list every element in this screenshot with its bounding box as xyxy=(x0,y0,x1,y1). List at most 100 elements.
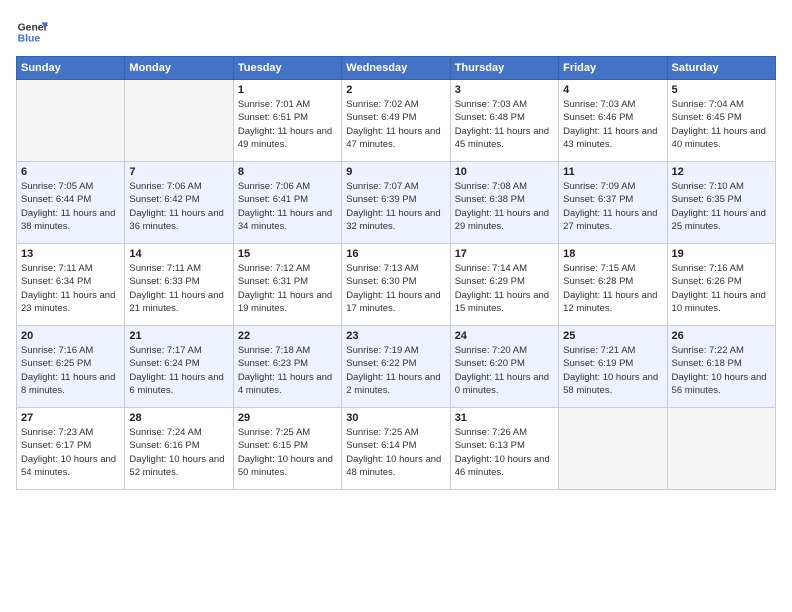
logo-icon: General Blue xyxy=(16,16,48,48)
day-number: 1 xyxy=(238,84,337,96)
day-number: 12 xyxy=(672,166,771,178)
day-info: Sunrise: 7:02 AM Sunset: 6:49 PM Dayligh… xyxy=(346,98,445,151)
day-number: 28 xyxy=(129,412,228,424)
week-row-1: 1 Sunrise: 7:01 AM Sunset: 6:51 PM Daylig… xyxy=(17,80,776,162)
day-info: Sunrise: 7:05 AM Sunset: 6:44 PM Dayligh… xyxy=(21,180,120,233)
day-info: Sunrise: 7:10 AM Sunset: 6:35 PM Dayligh… xyxy=(672,180,771,233)
header-row: SundayMondayTuesdayWednesdayThursdayFrid… xyxy=(17,57,776,80)
day-number: 24 xyxy=(455,330,554,342)
day-info: Sunrise: 7:17 AM Sunset: 6:24 PM Dayligh… xyxy=(129,344,228,397)
day-info: Sunrise: 7:25 AM Sunset: 6:14 PM Dayligh… xyxy=(346,426,445,479)
calendar-cell: 28 Sunrise: 7:24 AM Sunset: 6:16 PM Dayli… xyxy=(125,408,233,490)
day-info: Sunrise: 7:13 AM Sunset: 6:30 PM Dayligh… xyxy=(346,262,445,315)
calendar-cell xyxy=(667,408,775,490)
calendar-cell: 6Sunrise: 7:05 AM Sunset: 6:44 PM Daylig… xyxy=(17,162,125,244)
calendar-cell: 26Sunrise: 7:22 AM Sunset: 6:18 PM Dayli… xyxy=(667,326,775,408)
calendar-cell: 23 Sunrise: 7:19 AM Sunset: 6:22 PM Dayli… xyxy=(342,326,450,408)
day-number: 10 xyxy=(455,166,554,178)
day-header-tuesday: Tuesday xyxy=(233,57,341,80)
calendar-cell: 9 Sunrise: 7:07 AM Sunset: 6:39 PM Daylig… xyxy=(342,162,450,244)
day-info: Sunrise: 7:09 AM Sunset: 6:37 PM Dayligh… xyxy=(563,180,662,233)
day-info: Sunrise: 7:04 AM Sunset: 6:45 PM Dayligh… xyxy=(672,98,771,151)
day-info: Sunrise: 7:07 AM Sunset: 6:39 PM Dayligh… xyxy=(346,180,445,233)
calendar-cell: 4 Sunrise: 7:03 AM Sunset: 6:46 PM Daylig… xyxy=(559,80,667,162)
calendar-cell: 1 Sunrise: 7:01 AM Sunset: 6:51 PM Daylig… xyxy=(233,80,341,162)
day-info: Sunrise: 7:15 AM Sunset: 6:28 PM Dayligh… xyxy=(563,262,662,315)
day-number: 15 xyxy=(238,248,337,260)
calendar-cell: 21 Sunrise: 7:17 AM Sunset: 6:24 PM Dayli… xyxy=(125,326,233,408)
day-number: 21 xyxy=(129,330,228,342)
calendar-cell: 31 Sunrise: 7:26 AM Sunset: 6:13 PM Dayli… xyxy=(450,408,558,490)
day-info: Sunrise: 7:06 AM Sunset: 6:42 PM Dayligh… xyxy=(129,180,228,233)
calendar-cell: 20 Sunrise: 7:16 AM Sunset: 6:25 PM Dayli… xyxy=(17,326,125,408)
calendar-cell: 24Sunrise: 7:20 AM Sunset: 6:20 PM Dayli… xyxy=(450,326,558,408)
week-row-5: 27 Sunrise: 7:23 AM Sunset: 6:17 PM Dayli… xyxy=(17,408,776,490)
week-row-3: 13 Sunrise: 7:11 AM Sunset: 6:34 PM Dayli… xyxy=(17,244,776,326)
calendar-cell: 13 Sunrise: 7:11 AM Sunset: 6:34 PM Dayli… xyxy=(17,244,125,326)
day-number: 20 xyxy=(21,330,120,342)
calendar-cell: 25Sunrise: 7:21 AM Sunset: 6:19 PM Dayli… xyxy=(559,326,667,408)
day-info: Sunrise: 7:03 AM Sunset: 6:46 PM Dayligh… xyxy=(563,98,662,151)
day-number: 30 xyxy=(346,412,445,424)
day-number: 23 xyxy=(346,330,445,342)
day-info: Sunrise: 7:23 AM Sunset: 6:17 PM Dayligh… xyxy=(21,426,120,479)
day-number: 13 xyxy=(21,248,120,260)
day-header-sunday: Sunday xyxy=(17,57,125,80)
day-number: 26 xyxy=(672,330,771,342)
logo: General Blue xyxy=(16,16,48,48)
calendar-cell: 2 Sunrise: 7:02 AM Sunset: 6:49 PM Daylig… xyxy=(342,80,450,162)
day-number: 4 xyxy=(563,84,662,96)
day-number: 27 xyxy=(21,412,120,424)
day-number: 2 xyxy=(346,84,445,96)
calendar-cell: 11 Sunrise: 7:09 AM Sunset: 6:37 PM Dayli… xyxy=(559,162,667,244)
day-info: Sunrise: 7:26 AM Sunset: 6:13 PM Dayligh… xyxy=(455,426,554,479)
day-number: 17 xyxy=(455,248,554,260)
calendar-cell: 22 Sunrise: 7:18 AM Sunset: 6:23 PM Dayli… xyxy=(233,326,341,408)
day-info: Sunrise: 7:16 AM Sunset: 6:25 PM Dayligh… xyxy=(21,344,120,397)
day-info: Sunrise: 7:14 AM Sunset: 6:29 PM Dayligh… xyxy=(455,262,554,315)
day-header-wednesday: Wednesday xyxy=(342,57,450,80)
day-info: Sunrise: 7:24 AM Sunset: 6:16 PM Dayligh… xyxy=(129,426,228,479)
day-number: 8 xyxy=(238,166,337,178)
calendar-cell: 18 Sunrise: 7:15 AM Sunset: 6:28 PM Dayli… xyxy=(559,244,667,326)
day-number: 14 xyxy=(129,248,228,260)
calendar-cell: 27 Sunrise: 7:23 AM Sunset: 6:17 PM Dayli… xyxy=(17,408,125,490)
week-row-4: 20 Sunrise: 7:16 AM Sunset: 6:25 PM Dayli… xyxy=(17,326,776,408)
day-number: 5 xyxy=(672,84,771,96)
day-header-saturday: Saturday xyxy=(667,57,775,80)
day-number: 7 xyxy=(129,166,228,178)
calendar-cell: 8Sunrise: 7:06 AM Sunset: 6:41 PM Daylig… xyxy=(233,162,341,244)
day-number: 3 xyxy=(455,84,554,96)
day-number: 22 xyxy=(238,330,337,342)
day-header-monday: Monday xyxy=(125,57,233,80)
calendar-cell: 12 Sunrise: 7:10 AM Sunset: 6:35 PM Dayli… xyxy=(667,162,775,244)
calendar-cell: 17 Sunrise: 7:14 AM Sunset: 6:29 PM Dayli… xyxy=(450,244,558,326)
calendar-cell: 19Sunrise: 7:16 AM Sunset: 6:26 PM Dayli… xyxy=(667,244,775,326)
svg-text:Blue: Blue xyxy=(18,34,41,45)
day-number: 16 xyxy=(346,248,445,260)
day-info: Sunrise: 7:25 AM Sunset: 6:15 PM Dayligh… xyxy=(238,426,337,479)
day-number: 9 xyxy=(346,166,445,178)
day-info: Sunrise: 7:19 AM Sunset: 6:22 PM Dayligh… xyxy=(346,344,445,397)
day-number: 29 xyxy=(238,412,337,424)
day-info: Sunrise: 7:08 AM Sunset: 6:38 PM Dayligh… xyxy=(455,180,554,233)
day-info: Sunrise: 7:16 AM Sunset: 6:26 PM Dayligh… xyxy=(672,262,771,315)
calendar-cell: 3 Sunrise: 7:03 AM Sunset: 6:48 PM Daylig… xyxy=(450,80,558,162)
calendar-cell: 10 Sunrise: 7:08 AM Sunset: 6:38 PM Dayli… xyxy=(450,162,558,244)
day-info: Sunrise: 7:03 AM Sunset: 6:48 PM Dayligh… xyxy=(455,98,554,151)
day-info: Sunrise: 7:18 AM Sunset: 6:23 PM Dayligh… xyxy=(238,344,337,397)
day-number: 18 xyxy=(563,248,662,260)
calendar-cell: 30 Sunrise: 7:25 AM Sunset: 6:14 PM Dayli… xyxy=(342,408,450,490)
calendar-cell: 16 Sunrise: 7:13 AM Sunset: 6:30 PM Dayli… xyxy=(342,244,450,326)
calendar-cell xyxy=(559,408,667,490)
day-info: Sunrise: 7:12 AM Sunset: 6:31 PM Dayligh… xyxy=(238,262,337,315)
calendar-cell: 7 Sunrise: 7:06 AM Sunset: 6:42 PM Daylig… xyxy=(125,162,233,244)
day-info: Sunrise: 7:01 AM Sunset: 6:51 PM Dayligh… xyxy=(238,98,337,151)
day-number: 31 xyxy=(455,412,554,424)
day-number: 11 xyxy=(563,166,662,178)
week-row-2: 6Sunrise: 7:05 AM Sunset: 6:44 PM Daylig… xyxy=(17,162,776,244)
day-header-friday: Friday xyxy=(559,57,667,80)
page-header: General Blue xyxy=(16,16,776,48)
calendar-cell: 14Sunrise: 7:11 AM Sunset: 6:33 PM Dayli… xyxy=(125,244,233,326)
day-info: Sunrise: 7:11 AM Sunset: 6:34 PM Dayligh… xyxy=(21,262,120,315)
